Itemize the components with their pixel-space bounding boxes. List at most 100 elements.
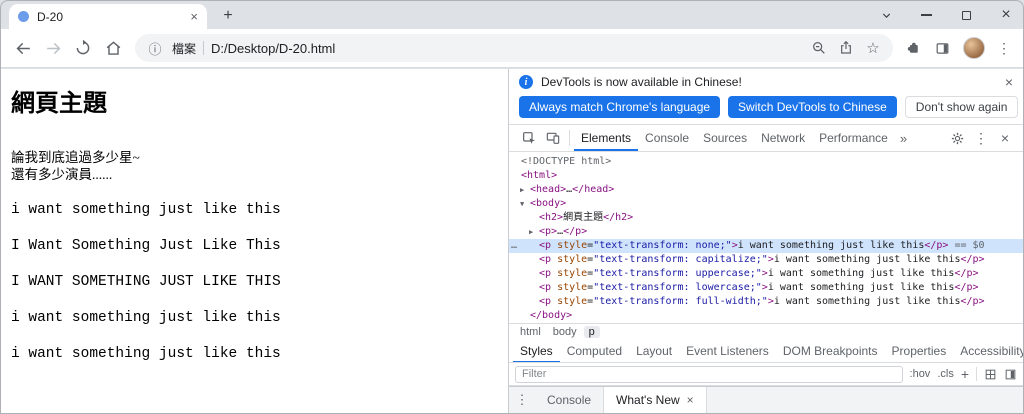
tab-search-chevron-icon[interactable]	[879, 8, 893, 22]
maximize-button[interactable]	[959, 8, 973, 22]
devtools-menu-icon[interactable]: ⋮	[969, 125, 993, 151]
code-token: <!DOCTYPE html>	[521, 156, 612, 167]
tab-title: D-20	[37, 9, 64, 24]
grid-icon[interactable]	[984, 368, 997, 381]
tab-dom-breakpoints[interactable]: DOM Breakpoints	[776, 340, 885, 362]
drawer-tab-console[interactable]: Console	[535, 387, 603, 413]
tab-network[interactable]: Network	[754, 125, 812, 151]
code-token: </head>	[572, 184, 615, 195]
code-token: i want something just like this	[773, 254, 961, 265]
tab-accessibility[interactable]: Accessibility	[953, 340, 1023, 362]
bookmark-star-icon[interactable]: ☆	[863, 39, 883, 57]
code-token: i want something just like this	[767, 282, 955, 293]
new-tab-button[interactable]: +	[217, 5, 239, 27]
code-token: i want something just like this	[737, 240, 925, 251]
breadcrumb-body[interactable]: body	[548, 326, 582, 338]
dom-tree-row[interactable]: </body>	[509, 309, 1023, 323]
expand-arrow-open-icon[interactable]: ▼	[520, 197, 524, 211]
tab-performance[interactable]: Performance	[812, 125, 895, 151]
tab-sources[interactable]: Sources	[696, 125, 754, 151]
code-token: "text-transform: uppercase;"	[593, 268, 762, 279]
element-classes-button[interactable]: .cls	[937, 368, 954, 380]
dom-tree-row[interactable]: <p style="text-transform: uppercase;">i …	[509, 267, 1023, 281]
zoom-icon[interactable]	[809, 40, 829, 56]
styles-filter-input[interactable]	[515, 365, 903, 383]
home-icon[interactable]	[99, 34, 127, 62]
back-button[interactable]	[9, 34, 37, 62]
devtools-toolbar: Elements Console Sources Network Perform…	[509, 125, 1023, 152]
breadcrumb-p[interactable]: p	[583, 326, 600, 338]
inspect-element-icon[interactable]	[517, 125, 541, 151]
drawer-tab-close-icon[interactable]: ×	[687, 393, 694, 407]
dom-tree-row[interactable]: <html>	[509, 169, 1023, 183]
more-tabs-icon[interactable]: »	[895, 131, 912, 146]
side-panel-icon[interactable]	[934, 40, 951, 57]
dom-tree-row[interactable]: <!DOCTYPE html>	[509, 155, 1023, 169]
transform-line-uppercase: I WANT SOMETHING JUST LIKE THIS	[11, 274, 281, 290]
code-token: "text-transform: full-width;"	[593, 296, 768, 307]
code-token: style	[557, 254, 588, 265]
browser-titlebar: D-20 × + ×	[1, 1, 1023, 29]
tab-console[interactable]: Console	[638, 125, 696, 151]
expand-arrow-icon[interactable]: ▶	[520, 183, 524, 197]
infobar-buttons: Always match Chrome's language Switch De…	[509, 93, 1023, 125]
code-token: </p>	[924, 240, 949, 251]
infobar-close-icon[interactable]: ×	[1005, 75, 1013, 89]
code-token: 網頁主題	[563, 212, 604, 223]
node-menu-icon[interactable]: …	[511, 239, 517, 253]
tab-layout[interactable]: Layout	[629, 340, 679, 362]
dom-tree-row[interactable]: <p style="text-transform: full-width;">i…	[509, 295, 1023, 309]
drawer-menu-icon[interactable]: ⋮	[509, 387, 535, 413]
devtools-close-icon[interactable]: ×	[993, 125, 1017, 151]
tab-event-listeners[interactable]: Event Listeners	[679, 340, 776, 362]
code-token: </p>	[954, 282, 979, 293]
address-bar[interactable]: ⓘ 檔案 D:/Desktop/D-20.html ☆	[135, 34, 893, 62]
dom-tree-row[interactable]: ▶ <p>…</p>	[509, 225, 1023, 239]
code-token: style	[557, 282, 588, 293]
device-toolbar-icon[interactable]	[541, 125, 565, 151]
browser-menu-icon[interactable]: ⋮	[997, 40, 1011, 57]
page-info-icon[interactable]: ⓘ	[145, 39, 165, 58]
code-token: <body>	[530, 198, 567, 209]
filter-divider	[976, 367, 977, 381]
toggle-element-state-button[interactable]: :hov	[910, 368, 931, 380]
dom-tree-row[interactable]: <p style="text-transform: lowercase;">i …	[509, 281, 1023, 295]
dom-tree-row[interactable]: ▶ <head>…</head>	[509, 183, 1023, 197]
tab-computed[interactable]: Computed	[560, 340, 629, 362]
tab-elements[interactable]: Elements	[574, 125, 638, 151]
drawer-tab-whats-new[interactable]: What's New ×	[603, 387, 707, 413]
extensions-puzzle-icon[interactable]	[905, 40, 922, 57]
close-window-button[interactable]: ×	[999, 6, 1013, 23]
code-token: </p>	[954, 268, 979, 279]
dont-show-again-button[interactable]: Don't show again	[904, 96, 1019, 118]
dock-sidebar-icon[interactable]	[1004, 368, 1017, 381]
breadcrumb: html body p	[509, 323, 1023, 340]
tab-properties[interactable]: Properties	[885, 340, 954, 362]
dom-tree-row[interactable]: <p style="text-transform: capitalize;">i…	[509, 253, 1023, 267]
code-token: <p	[539, 254, 558, 265]
minimize-button[interactable]	[919, 8, 933, 22]
match-language-button[interactable]: Always match Chrome's language	[519, 96, 721, 118]
page-heading: 網頁主題	[11, 90, 107, 117]
styles-sidebar-tabs: Styles Computed Layout Event Listeners D…	[509, 340, 1023, 363]
code-token: <p	[539, 240, 558, 251]
dom-tree-row[interactable]: … <p style="text-transform: none;">i want…	[509, 239, 1023, 253]
share-icon[interactable]	[836, 40, 856, 56]
browser-tab[interactable]: D-20 ×	[9, 4, 207, 29]
expand-arrow-icon[interactable]: ▶	[529, 225, 533, 239]
profile-avatar[interactable]	[963, 37, 985, 59]
forward-button[interactable]	[39, 34, 67, 62]
switch-to-chinese-button[interactable]: Switch DevTools to Chinese	[728, 96, 897, 118]
code-token: <html>	[521, 170, 558, 181]
dom-tree-row[interactable]: ▼ <body>	[509, 197, 1023, 211]
breadcrumb-html[interactable]: html	[515, 326, 546, 338]
code-token: "text-transform: none;"	[593, 240, 732, 251]
code-token: <p	[539, 268, 558, 279]
tab-styles[interactable]: Styles	[513, 340, 560, 362]
dom-tree-row[interactable]: <h2>網頁主題</h2>	[509, 211, 1023, 225]
new-style-rule-button[interactable]: +	[961, 366, 969, 382]
tab-close-icon[interactable]: ×	[190, 10, 198, 23]
settings-gear-icon[interactable]	[945, 125, 969, 151]
address-separator	[203, 41, 205, 55]
reload-icon[interactable]	[69, 34, 97, 62]
